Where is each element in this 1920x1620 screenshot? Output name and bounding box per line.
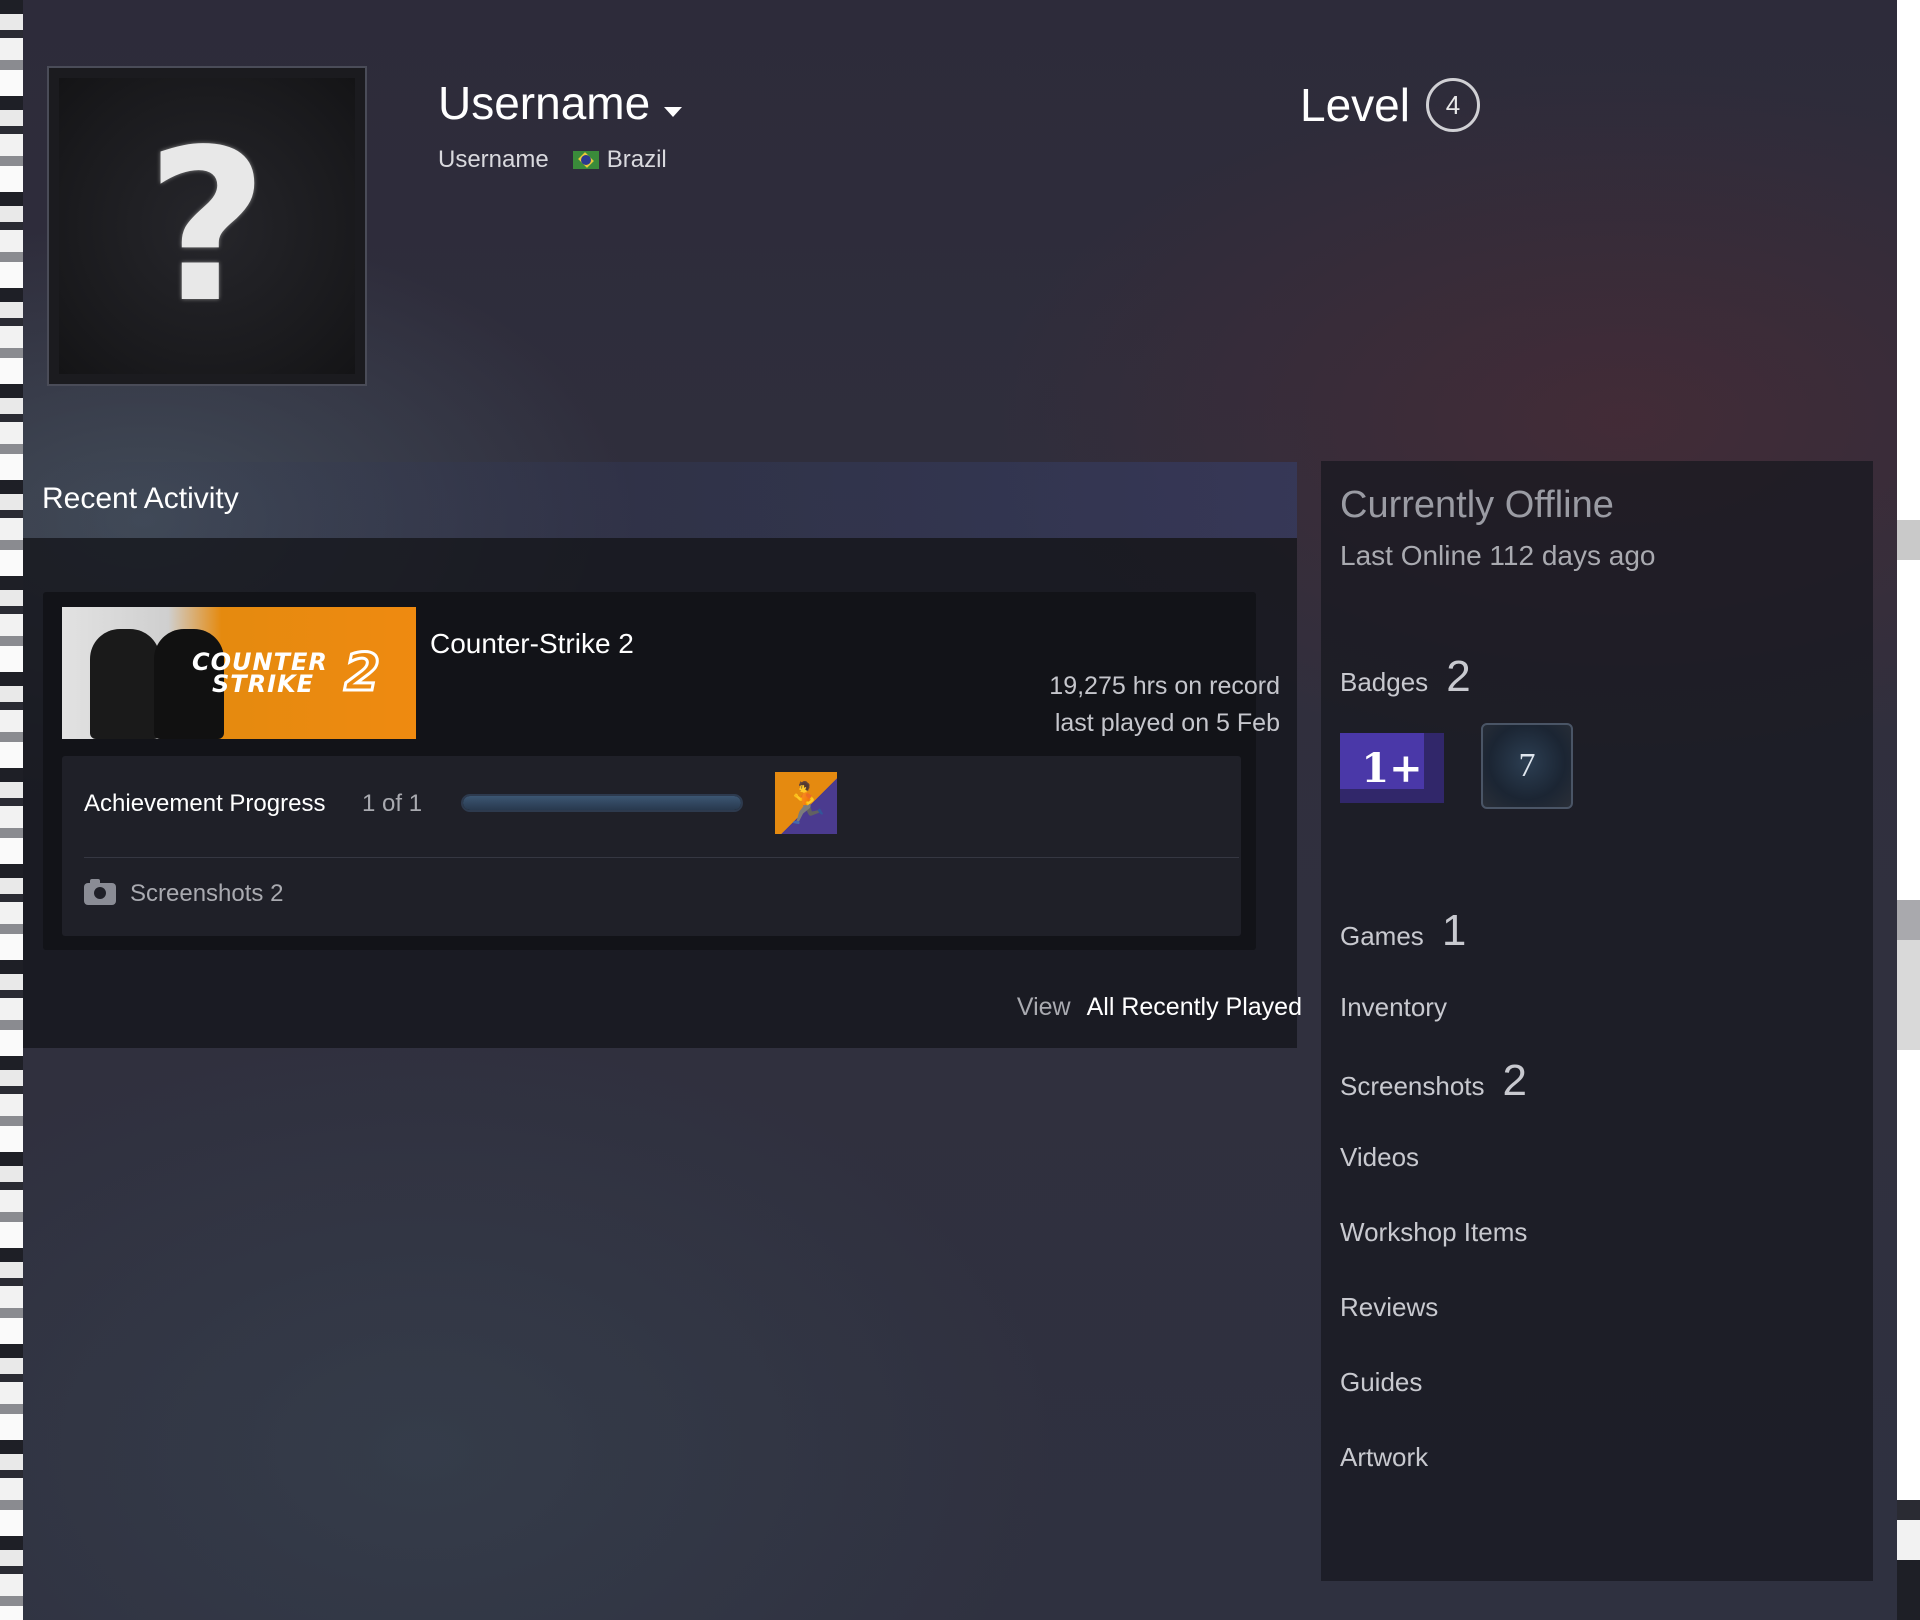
soldier-achievement-icon: 🏃: [781, 780, 831, 827]
soldier-silhouette-icon: [90, 629, 160, 739]
achievement-progress-label[interactable]: Achievement Progress: [84, 790, 325, 818]
games-label: Games: [1340, 921, 1424, 951]
screenshots-link[interactable]: Screenshots 2: [84, 879, 284, 908]
divider: [84, 857, 1239, 858]
achievement-icon[interactable]: 🏃: [775, 772, 837, 834]
recent-activity-title: Recent Activity: [42, 482, 239, 515]
last-online: Last Online 112 days ago: [1340, 540, 1656, 571]
screenshots-stat-count: 2: [1502, 1056, 1528, 1105]
profile-level[interactable]: Level 4: [1300, 78, 1480, 132]
avatar[interactable]: ?: [47, 66, 367, 386]
flag-brazil-icon: [572, 151, 599, 169]
real-name: Username: [438, 146, 549, 173]
capsule-logo-line2: STRIKE: [212, 670, 315, 698]
game-capsule-image[interactable]: COUNTER STRIKE 2: [62, 607, 416, 739]
screenshots-label: Screenshots 2: [130, 880, 284, 907]
games-link[interactable]: Games 1: [1340, 906, 1466, 956]
game-playtime: 19,275 hrs on record last played on 5 Fe…: [1049, 668, 1280, 742]
view-label: View: [1016, 993, 1071, 1021]
game-name-link[interactable]: Counter-Strike 2: [430, 628, 634, 660]
all-recently-played-link[interactable]: All Recently Played: [1087, 993, 1302, 1022]
level-label: Level: [1300, 79, 1410, 131]
background-pattern-right: [1894, 0, 1920, 1620]
persona-name-text: Username: [438, 77, 651, 129]
badge-years-of-service[interactable]: 1+: [1340, 733, 1444, 803]
game-details-panel: [62, 756, 1241, 936]
persona-name[interactable]: Username: [438, 76, 683, 130]
chevron-down-icon[interactable]: [664, 107, 683, 117]
badges-link[interactable]: Badges 2: [1340, 652, 1471, 702]
last-played: last played on 5 Feb: [1054, 709, 1280, 737]
camera-icon: [84, 879, 116, 905]
badges-label: Badges: [1340, 667, 1429, 697]
view-all-recently-played: View All Recently Played: [1017, 993, 1302, 1022]
online-status: Currently Offline: [1340, 484, 1614, 526]
profile-sub-info: Username Brazil: [438, 146, 667, 174]
videos-link[interactable]: Videos: [1340, 1142, 1419, 1173]
guides-link[interactable]: Guides: [1340, 1367, 1422, 1398]
screenshots-stat-label: Screenshots: [1340, 1071, 1485, 1101]
achievement-progress-fill: [463, 796, 741, 810]
achievement-count: 1 of 1: [362, 790, 423, 817]
country-location: Brazil: [572, 146, 667, 174]
artwork-link[interactable]: Artwork: [1340, 1442, 1428, 1473]
badges-count: 2: [1446, 652, 1471, 701]
games-count: 1: [1441, 906, 1467, 955]
screenshots-stat-link[interactable]: Screenshots 2: [1340, 1056, 1527, 1106]
capsule-logo-text: COUNTER STRIKE: [192, 650, 328, 698]
avatar-placeholder-icon: ?: [59, 78, 355, 374]
level-badge: 4: [1425, 78, 1480, 132]
hours-on-record: 19,275 hrs on record: [1049, 672, 1280, 700]
country-name: Brazil: [606, 146, 667, 173]
reviews-link[interactable]: Reviews: [1340, 1292, 1438, 1323]
inventory-link[interactable]: Inventory: [1340, 992, 1447, 1023]
capsule-logo-number: 2: [342, 643, 381, 703]
achievement-progress-bar: [461, 794, 743, 812]
workshop-items-link[interactable]: Workshop Items: [1340, 1217, 1527, 1248]
badge-game-collector[interactable]: 7: [1481, 723, 1573, 809]
